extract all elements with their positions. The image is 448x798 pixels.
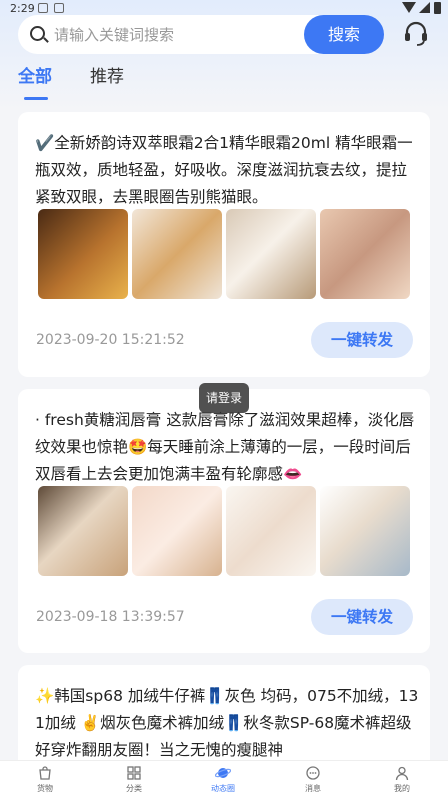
nav-label: 我的 [394, 784, 410, 793]
nav-label: 动态圈 [211, 784, 235, 793]
post-text: · fresh黄糖润唇膏 这款唇膏除了滋润效果超棒，淡化唇纹效果也惊艳🤩每天睡前… [35, 411, 415, 483]
nav-item-messages[interactable]: 消息 [283, 765, 343, 798]
bottom-nav: 货物 分类 动态圈 消息 我的 [0, 760, 448, 798]
post-image[interactable] [132, 209, 222, 299]
nav-label: 货物 [37, 784, 53, 793]
bag-icon [39, 766, 51, 780]
nav-label: 消息 [305, 784, 321, 793]
tab-recommend[interactable]: 推荐 [90, 64, 124, 90]
post-time: 2023-09-18 13:39:57 [36, 609, 185, 625]
post-image[interactable] [226, 209, 316, 299]
nav-item-moments[interactable]: 动态圈 [193, 765, 253, 798]
grid-icon [127, 766, 141, 780]
planet-icon [215, 768, 231, 778]
nav-label: 分类 [126, 784, 142, 793]
search-bar[interactable]: 搜索 [18, 15, 384, 54]
headset-icon[interactable] [402, 19, 430, 47]
post-image[interactable] [38, 209, 128, 299]
post-text: ✔️全新娇韵诗双萃眼霜2合1精华眼霜20ml 精华眼霜一瓶双效，质地轻盈，好吸收… [35, 134, 413, 206]
post-card: · fresh黄糖润唇膏 这款唇膏除了滋润效果超棒，淡化唇纹效果也惊艳🤩每天睡前… [18, 389, 430, 653]
post-image[interactable] [320, 209, 410, 299]
tab-all[interactable]: 全部 [18, 64, 52, 90]
post-image[interactable] [38, 486, 128, 576]
post-text: ✨韩国sp68 加绒牛仔裤👖灰色 均码，075不加绒，131加绒 ✌️烟灰色魔术… [35, 687, 419, 759]
post-card: ✔️全新娇韵诗双萃眼霜2合1精华眼霜20ml 精华眼霜一瓶双效，质地轻盈，好吸收… [18, 112, 430, 377]
post-images [38, 486, 412, 576]
user-icon [395, 766, 409, 781]
post-image[interactable] [226, 486, 316, 576]
search-button[interactable]: 搜索 [304, 15, 384, 54]
share-button[interactable]: 一键转发 [311, 599, 413, 635]
search-icon [30, 26, 45, 41]
search-input[interactable] [54, 21, 304, 48]
battery-icon [434, 2, 441, 14]
nav-item-mine[interactable]: 我的 [372, 765, 432, 798]
nav-item-goods[interactable]: 货物 [15, 765, 75, 798]
post-image[interactable] [320, 486, 410, 576]
chat-icon [306, 766, 320, 780]
post-image[interactable] [132, 486, 222, 576]
post-time: 2023-09-20 15:21:52 [36, 332, 185, 348]
status-time: 2:29 [10, 2, 35, 15]
login-toast: 请登录 [199, 383, 249, 413]
notification-icon [54, 3, 64, 13]
nav-item-category[interactable]: 分类 [104, 765, 164, 798]
signal-icon [419, 2, 430, 13]
share-button[interactable]: 一键转发 [311, 322, 413, 358]
wifi-icon [402, 2, 416, 13]
post-images [38, 209, 412, 299]
active-tab-indicator [24, 97, 48, 100]
notification-icon [38, 3, 48, 13]
